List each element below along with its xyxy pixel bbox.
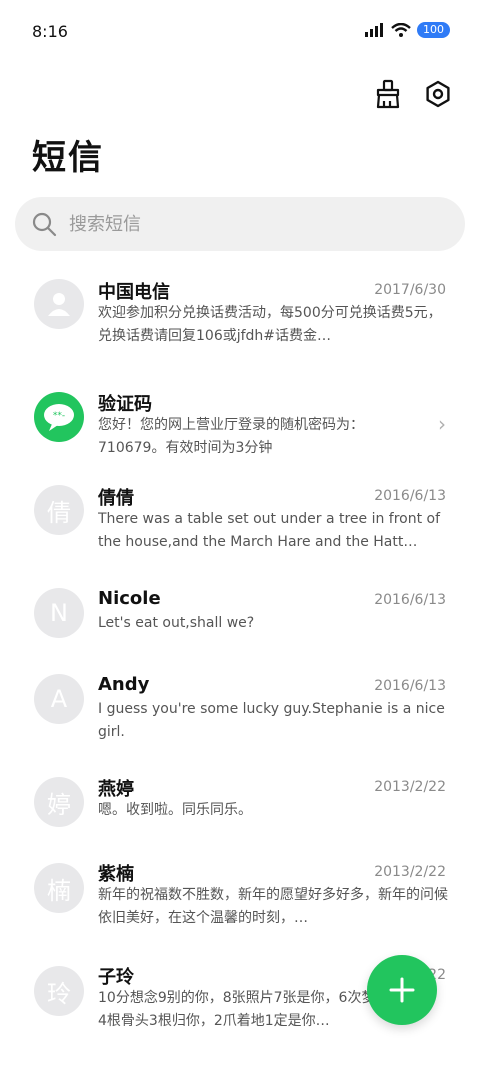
message-preview: 新年的祝福数不胜数，新年的愿望好多好多，新年的问候依旧美好，在这个温馨的时刻，…	[98, 887, 448, 926]
message-date: 2016/6/13	[374, 488, 446, 504]
chat-bubble-icon: **-	[44, 404, 74, 431]
contact-name: 子玲	[98, 967, 134, 988]
settings-icon[interactable]	[422, 78, 454, 110]
chevron-right-icon: ›	[438, 412, 446, 436]
message-preview: 嗯。收到啦。同乐同乐。	[98, 802, 252, 818]
contact-name: 倩倩	[98, 488, 134, 509]
message-preview: I guess you're some lucky guy.Stephanie …	[98, 701, 445, 740]
search-icon	[32, 212, 57, 237]
message-preview: There was a table set out under a tree i…	[98, 511, 441, 550]
message-date: 2013/2/22	[374, 779, 446, 795]
contact-name: 紫楠	[98, 864, 134, 885]
new-message-button[interactable]	[367, 955, 437, 1025]
message-preview: 您好！您的网上营业厅登录的随机密码为：710679。有效时间为3分钟	[98, 417, 364, 456]
list-item[interactable]: A Andy 2016/6/13 I guess you're some luc…	[0, 662, 480, 762]
message-date: 2013/2/22	[374, 864, 446, 880]
contact-name: Andy	[98, 674, 150, 695]
search-bar[interactable]	[15, 197, 465, 251]
plus-icon	[389, 977, 415, 1003]
clean-icon[interactable]	[372, 78, 404, 110]
contact-name: 中国电信	[98, 282, 170, 303]
avatar: 婷	[34, 777, 84, 827]
status-bar: 8:16 100	[0, 0, 480, 64]
message-preview: Let's eat out,shall we?	[98, 615, 255, 631]
contact-name: 燕婷	[98, 779, 134, 800]
contact-name: 验证码	[98, 394, 152, 415]
avatar: **-	[34, 392, 84, 442]
wifi-icon	[391, 23, 411, 37]
list-item[interactable]: **- 验证码 › 您好！您的网上营业厅登录的随机密码为：710679。有效时间…	[0, 372, 480, 472]
avatar: N	[34, 588, 84, 638]
signal-icon	[365, 23, 383, 37]
person-icon	[48, 293, 70, 316]
avatar: 玲	[34, 966, 84, 1016]
message-date: 2017/6/30	[374, 282, 446, 298]
list-item[interactable]: 中国电信 2017/6/30 欢迎参加积分兑换话费活动，每500分可兑换话费5元…	[0, 262, 480, 372]
list-item[interactable]: N Nicole 2016/6/13 Let's eat out,shall w…	[0, 572, 480, 662]
svg-text:**-: **-	[53, 411, 65, 421]
status-icons: 100	[365, 22, 450, 38]
message-date: 2016/6/13	[374, 678, 446, 694]
search-input[interactable]	[67, 212, 431, 236]
status-time: 8:16	[32, 22, 68, 41]
avatar: 倩	[34, 485, 84, 535]
battery-indicator: 100	[417, 22, 450, 38]
avatar: A	[34, 674, 84, 724]
top-actions	[372, 78, 454, 110]
list-item[interactable]: 婷 燕婷 2013/2/22 嗯。收到啦。同乐同乐。	[0, 762, 480, 852]
message-preview: 欢迎参加积分兑换话费活动，每500分可兑换话费5元，兑换话费请回复106或jfd…	[98, 305, 442, 344]
contact-name: Nicole	[98, 588, 161, 609]
list-item[interactable]: 楠 紫楠 2013/2/22 新年的祝福数不胜数，新年的愿望好多好多，新年的问候…	[0, 852, 480, 952]
page-title: 短信	[32, 138, 104, 178]
avatar	[34, 279, 84, 329]
list-item[interactable]: 倩 倩倩 2016/6/13 There was a table set out…	[0, 472, 480, 572]
avatar: 楠	[34, 863, 84, 913]
message-date: 2016/6/13	[374, 592, 446, 608]
